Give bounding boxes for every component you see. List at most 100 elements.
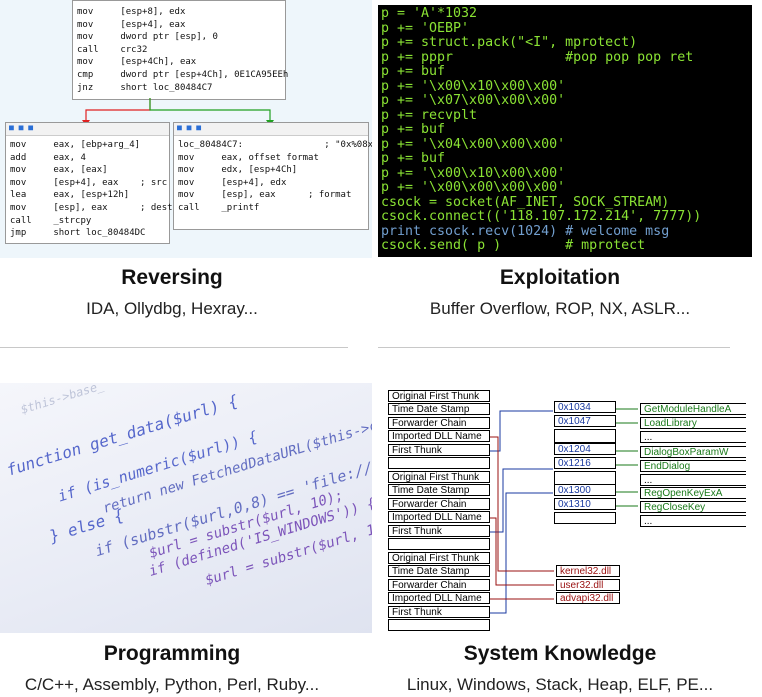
code-line: p += '\x00\x00\x00\x00'	[381, 180, 566, 195]
card-title[interactable]: Exploitation	[374, 266, 746, 290]
table-cell-pad	[554, 471, 616, 485]
table-cell-pad	[388, 619, 490, 631]
asm-line: mov [esp+4], edx	[178, 177, 287, 188]
asm-line: mov eax, offset format	[178, 152, 319, 163]
asm-line: mov [esp], eax ; dest	[10, 202, 173, 213]
table-cell: LoadLibrary	[640, 417, 746, 429]
code-line: p += buf	[381, 64, 446, 79]
table-cell: user32.dll	[556, 578, 620, 591]
card-system-knowledge[interactable]: Original First Thunk Time Date Stamp Forwa…	[378, 383, 762, 697]
table-cell: DialogBoxParamW	[640, 446, 746, 458]
table-cell: First Thunk	[388, 443, 490, 456]
table-cell: ...	[640, 474, 746, 486]
programming-thumbnail[interactable]: $this->base_ function get_data($url) { if…	[0, 383, 372, 633]
asm-line: call crc32	[77, 44, 148, 55]
divider	[0, 347, 348, 348]
ida-top-block: mov [esp+8], edx mov [esp+4], eax mov dwor…	[72, 0, 289, 100]
table-cell-pad	[388, 538, 490, 550]
table-cell: RegCloseKey	[640, 501, 746, 513]
table-cell: Original First Thunk	[388, 552, 490, 564]
card-subtitle: IDA, Ollydbg, Hexray...	[86, 299, 258, 318]
card-title[interactable]: Programming	[0, 642, 358, 666]
table-cell: 0x1034	[554, 401, 616, 413]
asm-line: mov dword ptr [esp], 0	[77, 32, 218, 43]
card-subtitle: C/C++, Assembly, Python, Perl, Ruby...	[24, 675, 320, 694]
asm-line: mov [esp+8], edx	[77, 7, 186, 17]
code-line: csock.send( p ) # mprotect	[381, 238, 646, 253]
asm-line: mov eax, [ebp+arg_4]	[10, 140, 141, 150]
table-cell-pad	[554, 429, 616, 443]
table-cell: RegOpenKeyExA	[640, 487, 746, 499]
table-cell: Imported DLL Name	[388, 430, 490, 443]
card-exploitation[interactable]: p = 'A'*1032 p += 'OEBP' p += struct.pack(…	[378, 0, 762, 330]
table-cell: GetModuleHandleA	[640, 403, 746, 415]
table-cell: Time Date Stamp	[388, 565, 490, 578]
asm-line: cmp dword ptr [esp+4Ch], 0E1CA95EEh	[77, 69, 289, 80]
code-line: p += '\x00\x10\x00\x00'	[381, 165, 566, 181]
table-cell: First Thunk	[388, 605, 490, 618]
reversing-thumbnail[interactable]: mov [esp+8], edx mov [esp+4], eax mov dwor…	[0, 0, 372, 258]
table-cell: 0x1216	[554, 457, 616, 469]
ida-right-code: loc_80484C7: ; "0x%08x\n" mov eax, offset…	[174, 136, 372, 215]
card-subtitle: Buffer Overflow, ROP, NX, ASLR...	[429, 299, 691, 318]
ida-top-code: mov [esp+8], edx mov [esp+4], eax mov dwor…	[73, 1, 289, 94]
asm-line: call _printf	[178, 202, 260, 213]
exploitation-thumbnail[interactable]: p = 'A'*1032 p += 'OEBP' p += struct.pack(…	[378, 5, 752, 257]
table-cell: Time Date Stamp	[388, 403, 490, 416]
card-title[interactable]: System Knowledge	[374, 642, 746, 666]
ida-left-code: mov eax, [ebp+arg_4]add eax, 4 mov eax, […	[6, 136, 173, 240]
asm-line: mov [esp], eax ; format	[178, 190, 352, 201]
table-cell: Original First Thunk	[388, 390, 490, 402]
card-reversing[interactable]: mov [esp+8], edx mov [esp+4], eax mov dwor…	[0, 0, 372, 330]
code-line: p = 'A'*1032	[381, 6, 478, 21]
code-line: csock = socket(AF_INET, SOCK_STREAM)	[381, 194, 670, 210]
code-line: p += '\x07\x00\x00\x00'	[381, 93, 566, 108]
code-line: p += struct.pack("<I", mprotect)	[381, 35, 638, 50]
table-cell: Imported DLL Name	[388, 511, 490, 524]
asm-line: add eax, 4	[10, 152, 86, 163]
code-line: p += buf	[381, 151, 446, 166]
table-cell: Forwarder Chain	[388, 578, 490, 591]
table-cell: ...	[640, 515, 746, 527]
code-line: p += '\x00\x10\x00\x00'	[381, 78, 566, 94]
table-cell: 0x1047	[554, 415, 616, 427]
table-cell: Imported DLL Name	[388, 592, 490, 605]
asm-line: mov eax, [eax]	[10, 165, 108, 176]
table-cell: 0x1204	[554, 443, 616, 455]
asm-line: jmp short loc_80484DC	[10, 228, 146, 239]
table-cell: Time Date Stamp	[388, 484, 490, 497]
asm-line: mov [esp+4], eax	[77, 19, 186, 30]
divider	[378, 347, 730, 348]
code-line: csock.connect(('118.107.172.214', 7777))	[381, 209, 702, 224]
code-line: p += pppr #pop pop pop ret	[381, 49, 694, 65]
ida-right-block: ■ ■ ■ loc_80484C7: ; "0x%08x\n" mov eax, …	[173, 122, 372, 230]
table-cell-pad	[388, 457, 490, 469]
asm-line: lea eax, [esp+12h]	[10, 190, 130, 201]
code-line: p += buf	[381, 122, 446, 137]
ida-left-block: ■ ■ ■ mov eax, [ebp+arg_4] add eax, 4 mov …	[5, 122, 173, 244]
table-cell: EndDialog	[640, 460, 746, 472]
asm-line: call _strcpy	[10, 215, 92, 226]
card-title[interactable]: Reversing	[0, 266, 358, 290]
table-cell: 0x1300	[554, 484, 616, 496]
asm-line: jnz short loc_80484C7	[77, 82, 213, 93]
table-cell: Forwarder Chain	[388, 497, 490, 510]
code-line: p += '\x04\x00\x00\x00'	[381, 136, 566, 152]
table-cell-pad	[554, 512, 616, 524]
code-line: print csock.recv(1024) # welcome msg	[381, 223, 670, 239]
table-cell: Forwarder Chain	[388, 416, 490, 429]
asm-line: mov edx, [esp+4Ch]	[178, 165, 298, 176]
table-cell: kernel32.dll	[556, 565, 620, 577]
system-knowledge-thumbnail[interactable]: Original First Thunk Time Date Stamp Forwa…	[378, 383, 746, 633]
code-line: p += 'OEBP'	[381, 20, 470, 36]
table-cell: ...	[640, 431, 746, 443]
code-line: $this->base_	[20, 383, 105, 418]
table-cell: Original First Thunk	[388, 471, 490, 483]
code-line: p += recvplt	[381, 107, 478, 123]
table-cell: advapi32.dll	[556, 592, 620, 604]
card-subtitle: Linux, Windows, Stack, Heap, ELF, PE...	[406, 675, 714, 694]
asm-line: loc_80484C7: ; "0x%08x\n"	[178, 140, 372, 150]
table-cell: First Thunk	[388, 524, 490, 537]
card-programming[interactable]: $this->base_ function get_data($url) { if…	[0, 383, 372, 697]
asm-line: mov [esp+4Ch], eax	[77, 57, 197, 68]
